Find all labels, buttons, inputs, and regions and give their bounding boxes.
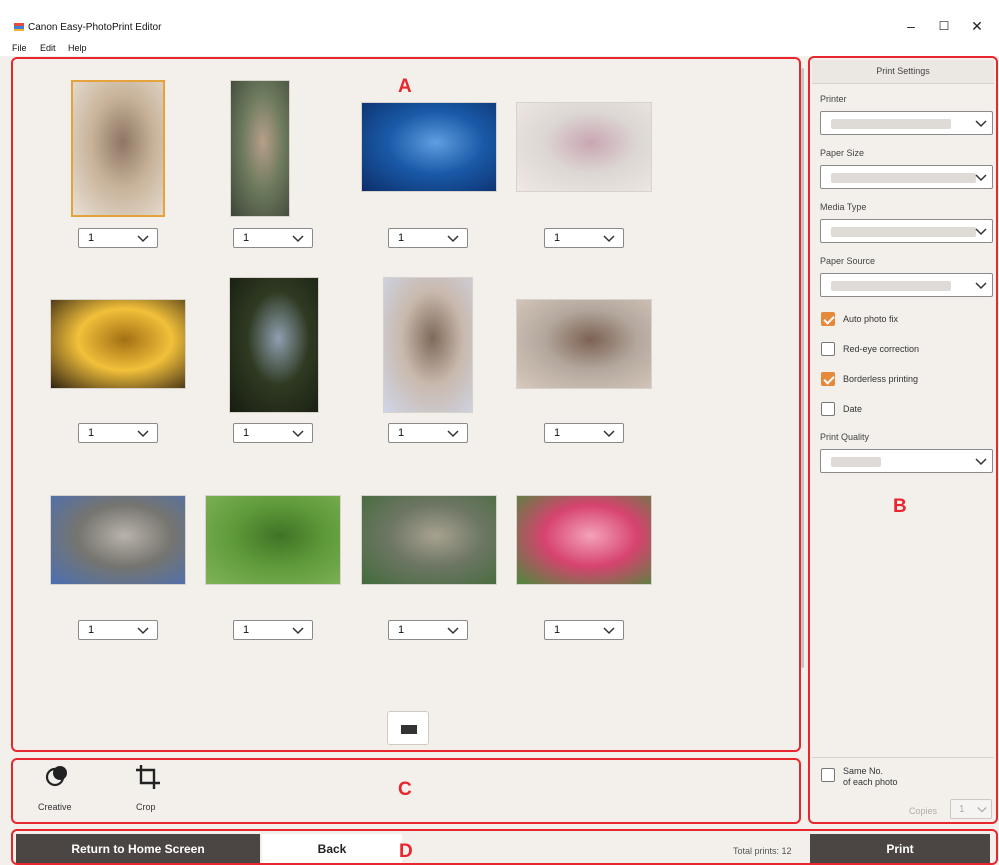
menu-edit[interactable]: Edit [40, 43, 56, 53]
close-button[interactable]: ✕ [962, 16, 992, 36]
menu-file[interactable]: File [12, 43, 27, 53]
minimize-button[interactable]: – [896, 16, 926, 36]
region-c-label: C [398, 779, 412, 800]
menu-bar: File Edit Help [0, 40, 999, 56]
vertical-scrollbar[interactable] [801, 68, 804, 668]
region-b-label: B [893, 496, 907, 517]
window-title: Canon Easy-PhotoPrint Editor [28, 22, 162, 33]
region-b-outline [808, 56, 998, 824]
app-logo-icon [14, 23, 24, 31]
region-d-outline [11, 829, 998, 865]
maximize-button[interactable]: ☐ [929, 16, 959, 36]
menu-help[interactable]: Help [68, 43, 87, 53]
region-a-label: A [398, 76, 412, 97]
region-d-label: D [399, 841, 413, 862]
region-a-outline [11, 57, 801, 752]
title-bar: Canon Easy-PhotoPrint Editor – ☐ ✕ [0, 0, 999, 40]
app-window: Canon Easy-PhotoPrint Editor – ☐ ✕ File … [0, 0, 999, 865]
